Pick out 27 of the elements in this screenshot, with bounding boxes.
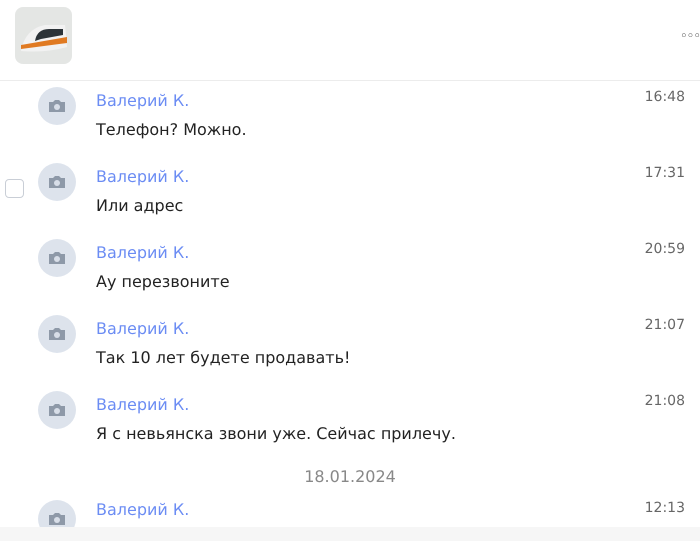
avatar-icon	[38, 391, 76, 429]
avatar-icon	[38, 239, 76, 277]
avatar-icon	[38, 315, 76, 353]
avatar-icon	[38, 163, 76, 201]
author-name[interactable]: Валерий К.	[96, 167, 645, 187]
author-name[interactable]: Валерий К.	[96, 243, 645, 263]
message-text: Или адрес	[96, 196, 184, 216]
author-name[interactable]: Валерий К.	[96, 319, 645, 339]
message-text: Так 10 лет будете продавать!	[96, 348, 352, 368]
message-time: 21:08	[644, 393, 685, 409]
author-name[interactable]: Валерий К.	[96, 91, 645, 111]
message-text: Ау перезвоните	[96, 272, 231, 292]
more-menu-button[interactable]: ◦◦◦	[680, 29, 700, 44]
author-name[interactable]: Валерий К.	[96, 395, 645, 415]
date-separator: 18.01.2024	[304, 467, 396, 486]
product-photo	[15, 7, 72, 64]
author-name[interactable]: Валерий К.	[96, 500, 645, 520]
message-text: Телефон? Можно.	[96, 120, 248, 140]
message-time: 17:31	[644, 165, 685, 181]
message-checkbox[interactable]	[4, 179, 24, 198]
message-time: 16:48	[644, 89, 685, 105]
avatar-icon	[38, 500, 76, 527]
message-text: Я с невьянска звони уже. Сейчас прилечу.	[96, 424, 457, 444]
message-time: 21:07	[644, 317, 685, 333]
message-time: 12:13	[644, 500, 685, 516]
message-time: 20:59	[644, 241, 685, 257]
avatar-icon	[38, 87, 76, 125]
